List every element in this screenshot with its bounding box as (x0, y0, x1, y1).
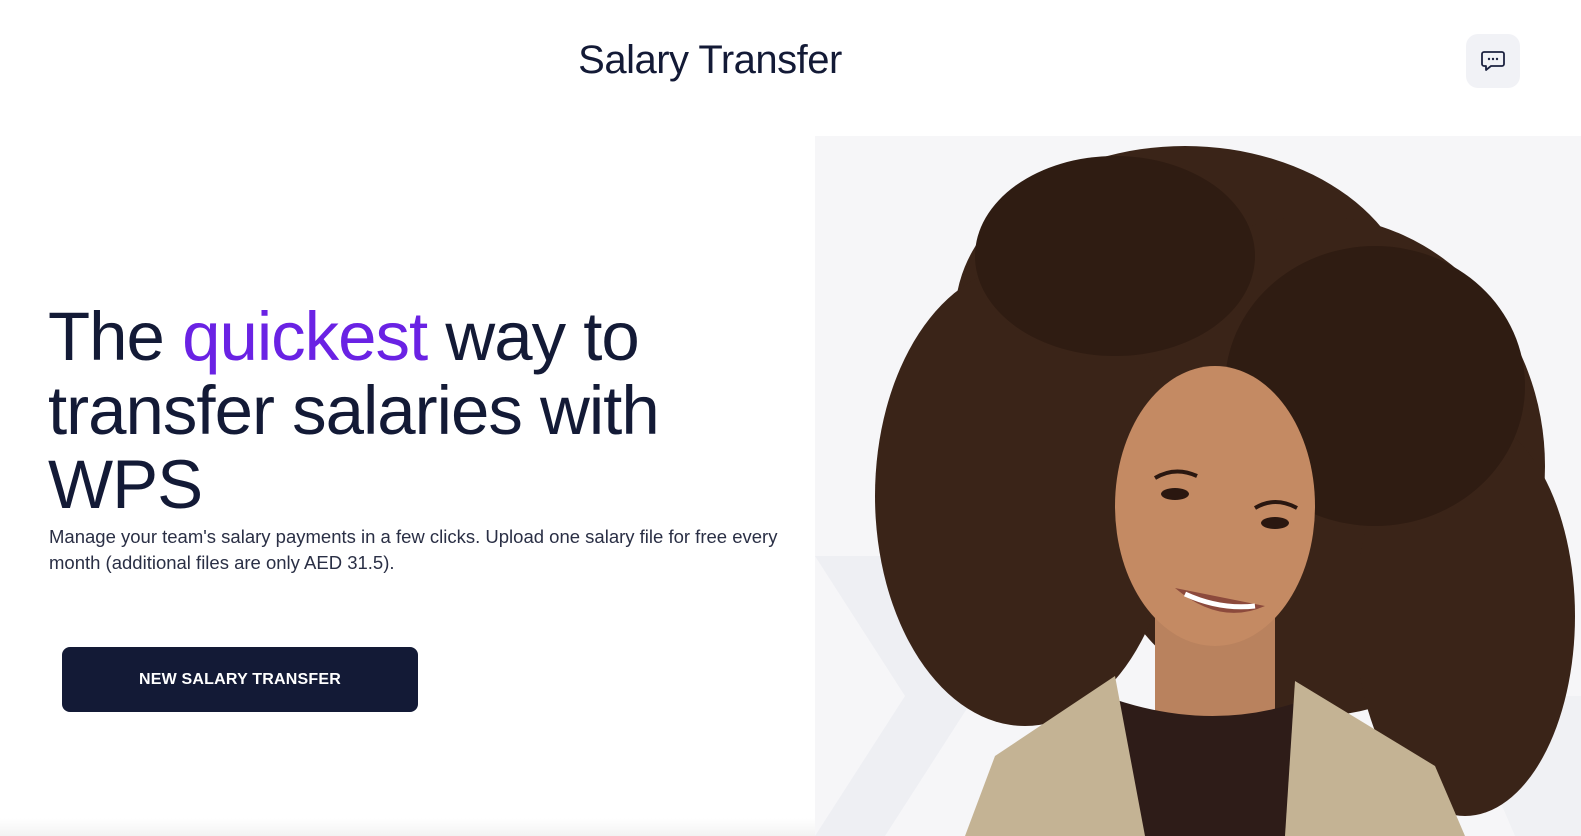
chat-bubble-icon (1480, 49, 1506, 73)
salary-transfer-page: Salary Transfer The quickest way to tran… (0, 0, 1581, 836)
page-title: Salary Transfer (578, 38, 842, 82)
hero-title-prefix: The (48, 298, 183, 375)
bottom-fade (0, 818, 815, 836)
hero-portrait-illustration (815, 146, 1581, 836)
chat-button[interactable] (1466, 34, 1520, 88)
hero-description: Manage your team's salary payments in a … (49, 526, 778, 573)
new-salary-transfer-button[interactable]: NEW SALARY TRANSFER (62, 647, 418, 712)
hero-image (815, 136, 1581, 836)
hero-title: The quickest way to transfer salaries wi… (48, 300, 808, 522)
hero-title-accent: quickest (182, 298, 428, 375)
